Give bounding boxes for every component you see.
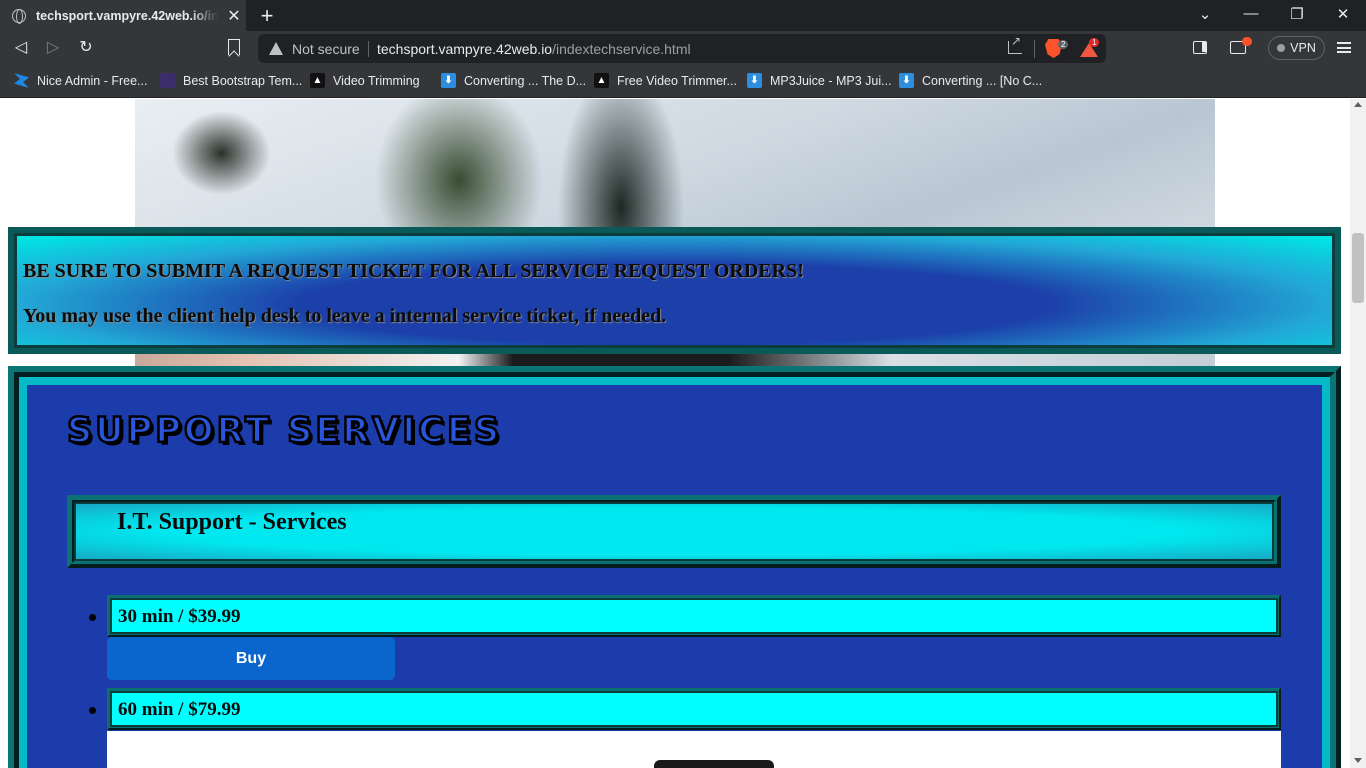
restore-button[interactable]: ❐ xyxy=(1282,5,1312,23)
vpn-status-icon xyxy=(1277,44,1286,52)
bookmarks-bar: Nice Admin - Free... Best Bootstrap Tem.… xyxy=(0,65,1366,98)
plan-label: 60 min / $79.99 xyxy=(118,699,241,720)
clideo-icon: ▲ xyxy=(310,73,325,88)
plan-item-60min: 60 min / $79.99 xyxy=(107,688,1281,730)
section-title: SUPPORT SERVICES xyxy=(66,410,503,453)
scroll-thumb[interactable] xyxy=(1352,233,1364,303)
url-host: techsport.vampyre.42web.io xyxy=(377,41,553,57)
sidebar-toggle-icon[interactable] xyxy=(1193,41,1207,54)
address-divider-2 xyxy=(1034,40,1035,58)
bookmark-nice-admin[interactable]: Nice Admin - Free... xyxy=(14,73,147,88)
plan-item-30min: 30 min / $39.99 xyxy=(107,595,1281,637)
vpn-button[interactable]: VPN xyxy=(1268,36,1325,60)
globe-icon xyxy=(12,8,26,24)
vpn-label: VPN xyxy=(1290,41,1316,55)
url-text[interactable]: techsport.vampyre.42web.io/indextechserv… xyxy=(377,41,691,57)
bookmark-label: Best Bootstrap Tem... xyxy=(183,73,303,88)
notice-subtext: You may use the client help desk to leav… xyxy=(23,305,667,327)
nice-admin-icon xyxy=(14,73,29,88)
download-icon: ⬇ xyxy=(441,73,456,88)
list-bullet xyxy=(89,707,96,714)
payment-widget-panel xyxy=(107,731,1281,768)
bookmark-label: MP3Juice - MP3 Jui... xyxy=(770,73,892,88)
browser-tab-active[interactable]: techsport.vampyre.42web.io/indextechserv… xyxy=(0,0,246,31)
tab-title: techsport.vampyre.42web.io/indextechserv… xyxy=(36,8,218,23)
support-services-panel: SUPPORT SERVICES I.T. Support - Services… xyxy=(8,366,1341,768)
shields-count-badge: 2 xyxy=(1058,40,1069,49)
download-icon: ⬇ xyxy=(747,73,762,88)
url-path: /indextechservice.html xyxy=(552,41,691,57)
bookmark-mp3juice[interactable]: ⬇ MP3Juice - MP3 Jui... xyxy=(747,73,892,88)
clideo-icon: ▲ xyxy=(594,73,609,88)
bookmark-label: Nice Admin - Free... xyxy=(37,73,148,88)
download-icon: ⬇ xyxy=(899,73,914,88)
bookmark-label: Video Trimming xyxy=(333,73,420,88)
browser-toolbar: ◁ ▷ ↻ Not secure techsport.vampyre.42web… xyxy=(0,31,1366,65)
menu-icon[interactable] xyxy=(1337,42,1351,53)
window-close-button[interactable]: ✕ xyxy=(1328,5,1358,23)
bookmark-label: Free Video Trimmer... xyxy=(617,73,737,88)
warning-icon[interactable] xyxy=(269,42,283,55)
wallet-notification-dot xyxy=(1242,37,1252,46)
bookmark-converting-1[interactable]: ⬇ Converting ... The D... xyxy=(441,73,586,88)
address-divider xyxy=(368,41,369,57)
bootstrap-icon xyxy=(160,73,175,88)
share-icon[interactable] xyxy=(1008,34,1022,54)
tab-search-dropdown-icon[interactable]: ⌄ xyxy=(1190,5,1220,23)
hero-photo-lower-edge xyxy=(135,352,1215,366)
request-ticket-notice: BE SURE TO SUBMIT A REQUEST TICKET FOR A… xyxy=(8,227,1341,354)
forward-button[interactable]: ▷ xyxy=(41,37,65,59)
scroll-down-arrow-icon[interactable] xyxy=(1354,758,1362,763)
list-bullet xyxy=(89,614,96,621)
reload-button[interactable]: ↻ xyxy=(74,37,98,59)
category-label: I.T. Support - Services xyxy=(117,509,347,535)
bookmark-free-video-trimmer[interactable]: ▲ Free Video Trimmer... xyxy=(594,73,737,88)
page-scrollbar[interactable] xyxy=(1350,99,1366,768)
address-bar[interactable]: Not secure techsport.vampyre.42web.io/in… xyxy=(258,34,1106,63)
bookmark-bootstrap[interactable]: Best Bootstrap Tem... xyxy=(160,73,302,88)
new-tab-button[interactable]: + xyxy=(256,3,278,29)
buy-button[interactable]: Buy xyxy=(107,637,395,680)
category-header: I.T. Support - Services xyxy=(67,495,1281,568)
page-viewport: BE SURE TO SUBMIT A REQUEST TICKET FOR A… xyxy=(0,99,1366,768)
bookmark-label: Converting ... The D... xyxy=(464,73,587,88)
scroll-up-arrow-icon[interactable] xyxy=(1354,102,1362,107)
bookmark-icon[interactable] xyxy=(228,39,240,55)
bookmark-video-trimming[interactable]: ▲ Video Trimming xyxy=(310,73,420,88)
security-label[interactable]: Not secure xyxy=(292,41,360,57)
back-button[interactable]: ◁ xyxy=(9,37,33,59)
tab-close-icon[interactable]: ✕ xyxy=(224,6,244,26)
notice-heading: BE SURE TO SUBMIT A REQUEST TICKET FOR A… xyxy=(23,260,804,282)
bookmark-label: Converting ... [No C... xyxy=(922,73,1043,88)
minimize-button[interactable]: — xyxy=(1236,5,1266,22)
bookmark-converting-2[interactable]: ⬇ Converting ... [No C... xyxy=(899,73,1042,88)
support-services-inner: SUPPORT SERVICES I.T. Support - Services… xyxy=(27,385,1322,768)
payment-widget-tab xyxy=(654,760,774,768)
plan-label: 30 min / $39.99 xyxy=(118,606,241,627)
tab-strip: techsport.vampyre.42web.io/indextechserv… xyxy=(0,0,1366,31)
